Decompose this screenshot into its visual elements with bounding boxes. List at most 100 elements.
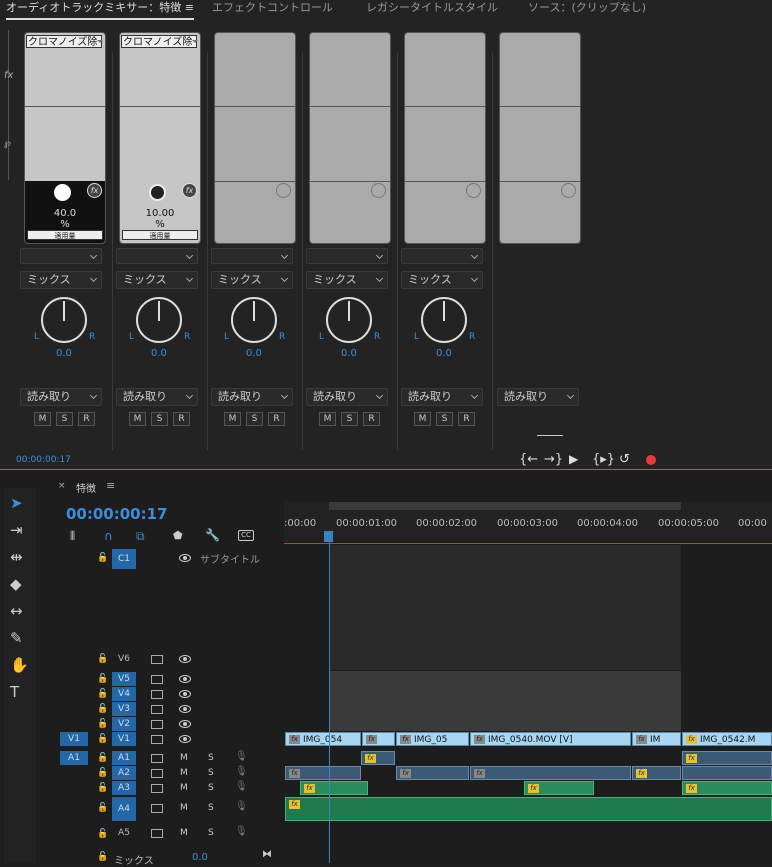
slip-tool-icon[interactable]: ↔ <box>10 602 23 620</box>
loop-icon[interactable]: ↺ <box>619 452 630 467</box>
sync-lock-icon[interactable] <box>151 829 163 838</box>
pen-tool-icon[interactable]: ✎ <box>10 629 23 647</box>
lock-icon[interactable]: 🔓 <box>97 753 108 763</box>
nest-icon[interactable]: ⫴ <box>70 529 75 544</box>
track-v6[interactable]: V6 <box>112 652 136 666</box>
tab-effect-controls[interactable]: エフェクトコントロール <box>212 0 333 20</box>
effect-strip-5[interactable] <box>404 32 486 244</box>
mute-button[interactable]: M <box>180 753 188 763</box>
mute-button[interactable]: M <box>180 803 188 813</box>
eye-icon[interactable] <box>179 554 191 562</box>
automation-mode-dropdown[interactable]: 読み取り <box>211 388 293 406</box>
solo-button[interactable]: S <box>208 828 214 838</box>
lock-icon[interactable]: 🔓 <box>97 674 108 684</box>
mute-button[interactable]: M <box>34 412 51 426</box>
track-v2[interactable]: V2 <box>112 717 136 731</box>
audio-clip[interactable]: fx <box>285 797 772 821</box>
lock-icon[interactable]: 🔓 <box>97 829 108 839</box>
solo-button[interactable]: S <box>56 412 73 426</box>
track-a1[interactable]: A1 <box>112 751 136 765</box>
eye-icon[interactable] <box>179 705 191 713</box>
effect-name[interactable]: クロマノイズ除 <box>121 35 197 48</box>
eye-icon[interactable] <box>179 655 191 663</box>
close-icon[interactable]: × <box>58 481 66 491</box>
lock-icon[interactable]: 🔓 <box>97 783 108 793</box>
record-enable-button[interactable]: R <box>363 412 380 426</box>
solo-button[interactable]: S <box>208 753 214 763</box>
wrench-icon[interactable]: 🔧 <box>205 528 220 542</box>
play-icon[interactable]: ▶ <box>569 452 578 466</box>
automation-mode-dropdown[interactable]: 読み取り <box>20 388 102 406</box>
sync-lock-icon[interactable] <box>151 769 163 778</box>
param-knob[interactable] <box>54 184 71 201</box>
captions-icon[interactable]: CC <box>238 530 254 541</box>
pan-value[interactable]: 0.0 <box>246 348 262 359</box>
track-v1[interactable]: V1 <box>112 732 136 746</box>
mic-icon[interactable]: 🎙 <box>235 751 248 762</box>
track-a2[interactable]: A2 <box>112 766 136 780</box>
mute-button[interactable]: M <box>224 412 241 426</box>
mix-mode-dropdown[interactable]: ミックス <box>116 271 198 289</box>
audio-clip[interactable]: fx <box>361 751 395 765</box>
ripple-tool-icon[interactable]: ⇹ <box>10 548 23 566</box>
pan-knob[interactable] <box>41 297 87 343</box>
pan-knob[interactable] <box>421 297 467 343</box>
sync-lock-icon[interactable] <box>151 804 163 813</box>
audio-clip[interactable]: fx <box>682 781 772 795</box>
pan-value[interactable]: 0.0 <box>56 348 72 359</box>
lock-icon[interactable]: 🔓 <box>97 704 108 714</box>
pan-value[interactable]: 0.0 <box>436 348 452 359</box>
expand-icon[interactable]: ⧓ <box>262 849 272 860</box>
pan-knob[interactable] <box>231 297 277 343</box>
hand-tool-icon[interactable]: ✋ <box>10 656 29 674</box>
solo-button[interactable]: S <box>436 412 453 426</box>
track-v4[interactable]: V4 <box>112 687 136 701</box>
master-volume-value[interactable]: 0.0 <box>192 852 208 863</box>
mic-icon[interactable]: 🎙 <box>235 766 248 777</box>
go-to-out-icon[interactable]: →} <box>544 452 563 467</box>
audio-clip[interactable]: fx <box>632 766 681 780</box>
current-timecode[interactable]: 00:00:00:17 <box>16 455 71 465</box>
mix-mode-dropdown[interactable]: ミックス <box>211 271 293 289</box>
snap-icon[interactable]: ∩ <box>104 529 113 543</box>
tab-source[interactable]: ソース：(クリップなし) <box>528 0 646 20</box>
audio-clip[interactable]: fx <box>396 766 469 780</box>
pan-value[interactable]: 0.0 <box>151 348 167 359</box>
track-a5[interactable]: A5 <box>112 826 136 840</box>
menu-icon[interactable]: ≡ <box>185 1 194 14</box>
pan-value[interactable]: 0.0 <box>341 348 357 359</box>
effect-strip-3[interactable] <box>214 32 296 244</box>
mic-icon[interactable]: 🎙 <box>235 826 248 837</box>
menu-icon[interactable]: ≡ <box>106 479 115 492</box>
lock-icon[interactable]: 🔓 <box>97 689 108 699</box>
fx-bypass-icon[interactable] <box>561 183 576 198</box>
lock-icon[interactable]: 🔓 <box>97 553 108 563</box>
automation-mode-dropdown[interactable]: 読み取り <box>116 388 198 406</box>
param-value[interactable]: 10.00 <box>120 208 200 219</box>
lock-icon[interactable]: 🔓 <box>97 719 108 729</box>
audio-clip[interactable]: fx <box>300 781 368 795</box>
audio-clip[interactable]: fx <box>682 751 772 765</box>
pan-knob[interactable] <box>136 297 182 343</box>
solo-button[interactable]: S <box>341 412 358 426</box>
lock-icon[interactable]: 🔓 <box>97 768 108 778</box>
track-c1[interactable]: C1 <box>112 549 136 569</box>
record-enable-button[interactable]: R <box>78 412 95 426</box>
record-icon[interactable] <box>646 455 656 465</box>
chevron-down-icon[interactable] <box>192 40 198 43</box>
send-slot[interactable] <box>20 248 102 264</box>
video-clip[interactable]: fx <box>362 732 395 746</box>
linked-selection-icon[interactable]: ⧉ <box>136 529 145 544</box>
effect-strip-4[interactable] <box>309 32 391 244</box>
effect-strip-1[interactable]: クロマノイズ除 fx 40.0 % 適用量 <box>24 32 106 244</box>
mic-icon[interactable]: 🎙 <box>235 781 248 792</box>
mute-button[interactable]: M <box>180 768 188 778</box>
pan-knob[interactable] <box>326 297 372 343</box>
eye-icon[interactable] <box>179 720 191 728</box>
film-icon[interactable] <box>151 735 163 744</box>
record-enable-button[interactable]: R <box>173 412 190 426</box>
mic-icon[interactable]: 🎙 <box>235 801 248 812</box>
go-to-in-icon[interactable]: {← <box>519 452 538 467</box>
film-icon[interactable] <box>151 675 163 684</box>
mix-mode-dropdown[interactable]: ミックス <box>20 271 102 289</box>
